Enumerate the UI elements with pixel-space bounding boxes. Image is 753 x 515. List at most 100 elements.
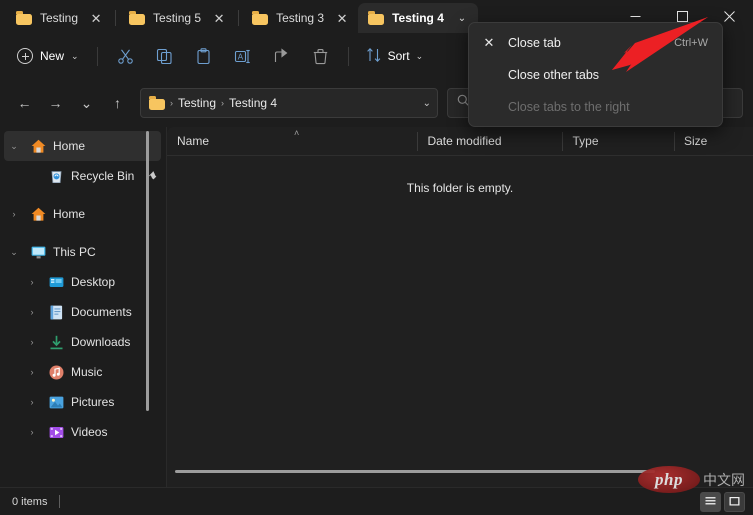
chevron-right-icon[interactable]: › — [22, 367, 42, 377]
chevron-down-icon[interactable]: ⌄ — [423, 98, 431, 109]
share-icon — [273, 47, 290, 65]
column-header-size[interactable]: Size — [674, 127, 753, 156]
cut-button[interactable] — [107, 41, 144, 72]
forward-button[interactable]: → — [41, 89, 70, 118]
sidebar-item-label: Desktop — [71, 275, 116, 289]
sort-button[interactable]: Sort ⌄ — [358, 41, 432, 71]
column-label: Type — [572, 134, 599, 148]
sort-button-label: Sort — [387, 49, 410, 63]
sidebar-item-music[interactable]: › Music — [4, 357, 161, 387]
folder-icon — [129, 11, 146, 25]
paste-button[interactable] — [185, 41, 222, 72]
sidebar-item-documents[interactable]: › Documents — [4, 297, 161, 327]
tab-testing-5[interactable]: Testing 5 ✕ — [119, 3, 235, 33]
home-icon — [30, 206, 47, 223]
breadcrumb-item-testing[interactable]: Testing — [178, 96, 216, 110]
sidebar-item-videos[interactable]: › Videos — [4, 417, 161, 447]
tab-testing-3[interactable]: Testing 3 ✕ — [242, 3, 358, 33]
music-icon — [48, 364, 65, 381]
menu-item-label: Close tab — [508, 36, 561, 50]
chevron-right-icon[interactable]: › — [22, 337, 42, 347]
plus-icon — [17, 48, 33, 64]
paste-icon — [195, 47, 212, 65]
chevron-right-icon[interactable]: › — [22, 307, 42, 317]
new-button[interactable]: New ⌄ — [10, 41, 88, 71]
tab-testing-4[interactable]: Testing 4 ⌄ — [358, 3, 478, 33]
tab-close-icon[interactable]: ✕ — [86, 8, 106, 28]
thispc-icon — [30, 244, 47, 261]
breadcrumb[interactable]: › Testing › Testing 4 ⌄ — [140, 88, 438, 118]
sidebar-scrollbar[interactable] — [146, 131, 149, 411]
menu-item-close-other-tabs[interactable]: Close other tabs — [473, 59, 718, 91]
sidebar-item-label: Documents — [71, 305, 132, 319]
explorer-body: ⌄ Home Recycle Bin ⚑ › Home ⌄ This PC › … — [0, 127, 753, 487]
column-header-name[interactable]: Name ˄ — [167, 127, 417, 156]
chevron-down-icon[interactable]: ⌄ — [4, 247, 24, 258]
column-header-type[interactable]: Type — [562, 127, 674, 156]
tab-label: Testing — [40, 11, 79, 25]
sidebar-item-home[interactable]: ⌄ Home — [4, 131, 161, 161]
share-button[interactable] — [263, 41, 300, 72]
rename-icon: A — [234, 48, 251, 65]
sidebar-item-desktop[interactable]: › Desktop — [4, 267, 161, 297]
tab-testing[interactable]: Testing ✕ — [6, 3, 112, 33]
tab-close-icon[interactable]: ✕ — [209, 8, 229, 28]
folder-icon — [16, 11, 32, 25]
watermark: php 中文网 — [638, 466, 745, 493]
chevron-down-icon[interactable]: ⌄ — [4, 141, 24, 152]
menu-item-close-tabs-to-the-right: Close tabs to the right — [473, 91, 718, 123]
sidebar-item-label: Videos — [71, 425, 108, 439]
large-icons-view-button[interactable] — [724, 491, 745, 512]
file-explorer-window: Testing ✕ Testing 5 ✕ Testing 3 ✕ Testin… — [0, 0, 753, 515]
cut-icon — [117, 48, 134, 65]
back-button[interactable]: ← — [10, 89, 39, 118]
sidebar-item-label: Music — [71, 365, 103, 379]
sidebar-item-label: Downloads — [71, 335, 131, 349]
sidebar-item-this-pc[interactable]: ⌄ This PC — [4, 237, 161, 267]
tab-separator — [238, 10, 240, 26]
folder-icon — [368, 11, 385, 25]
watermark-suffix: 中文网 — [703, 472, 745, 489]
details-view-button[interactable] — [700, 491, 721, 512]
pictures-icon — [48, 394, 65, 411]
chevron-right-icon[interactable]: › — [22, 427, 42, 437]
chevron-right-icon[interactable]: › — [4, 209, 24, 219]
copy-button[interactable] — [146, 41, 183, 72]
column-header-date-modified[interactable]: Date modified — [417, 127, 562, 156]
new-button-label: New — [40, 49, 65, 63]
chevron-right-icon[interactable]: › — [22, 277, 42, 287]
recent-locations-button[interactable]: ⌄ — [72, 89, 101, 118]
rename-button[interactable]: A — [224, 41, 261, 72]
breadcrumb-item-testing-4[interactable]: Testing 4 — [229, 96, 277, 110]
downloads-icon — [48, 334, 65, 351]
videos-icon — [48, 424, 65, 441]
tab-close-icon[interactable]: ✕ — [332, 8, 352, 28]
sidebar-item-pictures[interactable]: › Pictures — [4, 387, 161, 417]
home-icon — [30, 138, 47, 155]
watermark-brand: php — [655, 469, 683, 489]
tab-label: Testing 3 — [276, 11, 325, 25]
svg-text:A: A — [237, 52, 243, 61]
column-header-row: Name ˄ Date modified Type Size — [167, 127, 753, 156]
item-count-label: 0 items — [12, 495, 48, 508]
folder-icon — [149, 96, 165, 110]
breadcrumb-separator: › — [221, 98, 225, 108]
file-list-pane: Name ˄ Date modified Type Size This fold… — [167, 127, 753, 487]
close-icon: ✕ — [483, 35, 495, 50]
menu-item-close-tab[interactable]: ✕ Close tab Ctrl+W — [473, 27, 718, 59]
sidebar-item-home-root[interactable]: › Home — [4, 199, 161, 229]
sort-icon — [366, 47, 382, 66]
sidebar-item-downloads[interactable]: › Downloads — [4, 327, 161, 357]
column-label: Name — [177, 134, 210, 148]
content-horizontal-scrollbar[interactable] — [175, 470, 655, 473]
chevron-right-icon[interactable]: › — [22, 397, 42, 407]
sidebar-item-label: Recycle Bin — [71, 169, 135, 183]
menu-item-label: Close other tabs — [508, 68, 600, 82]
delete-button[interactable] — [302, 41, 339, 72]
sidebar-item-recycle-bin[interactable]: Recycle Bin ⚑ — [4, 161, 161, 191]
tab-label: Testing 5 — [153, 11, 202, 25]
column-label: Date modified — [427, 134, 502, 148]
tab-context-menu: ✕ Close tab Ctrl+W Close other tabs Clos… — [468, 22, 723, 127]
up-button[interactable]: ↑ — [103, 89, 132, 118]
status-separator — [59, 495, 61, 508]
